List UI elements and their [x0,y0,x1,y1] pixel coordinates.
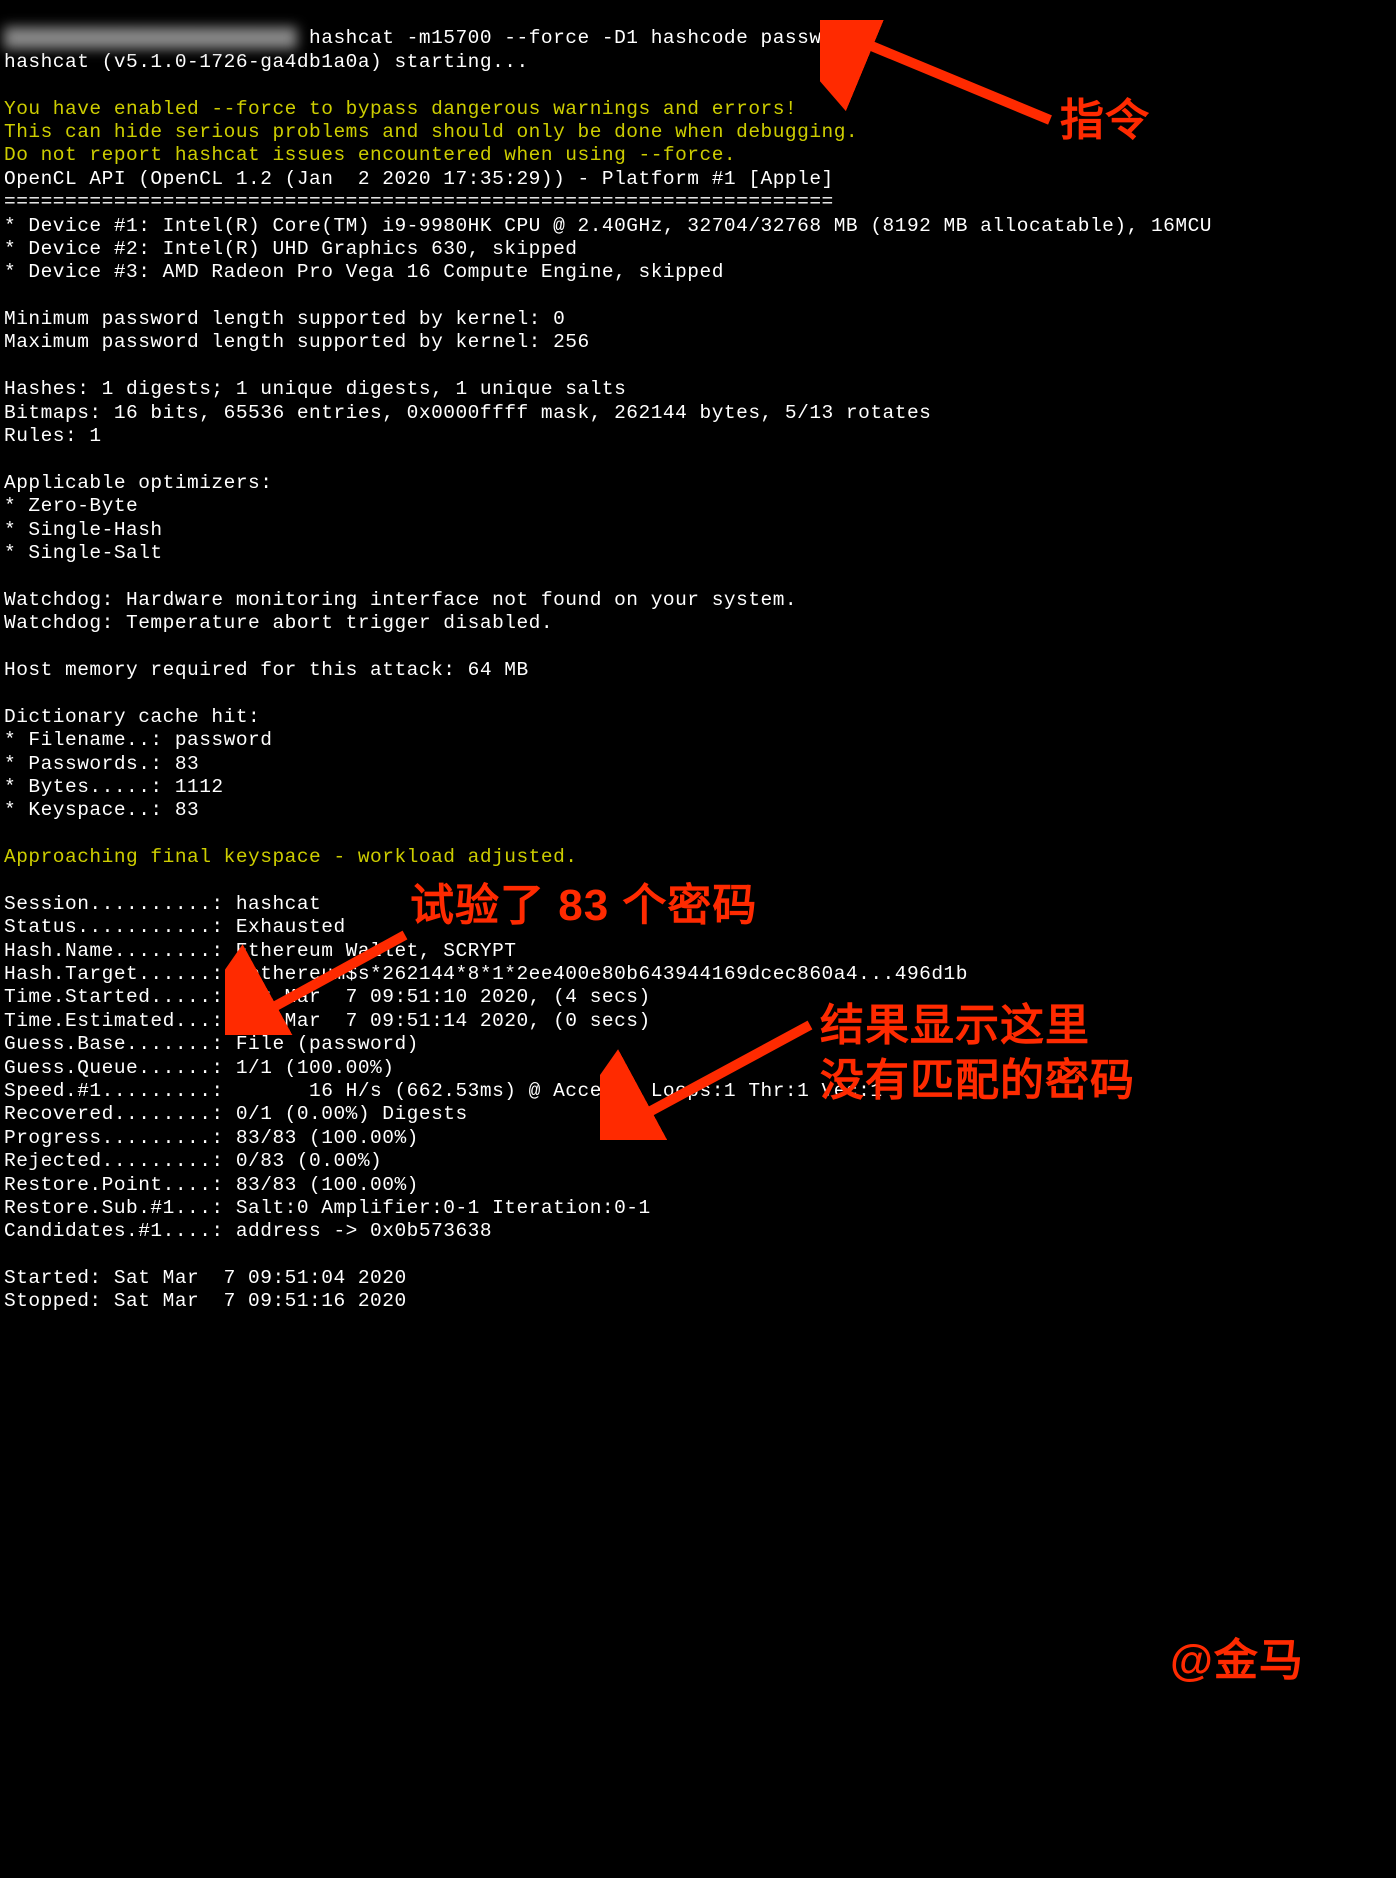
rules-line: Rules: 1 [4,425,102,447]
divider-line: ========================================… [4,191,834,213]
status-hashtarget: Hash.Target......: $ethereum$s*262144*8*… [4,963,968,985]
status-timeest: Time.Estimated...: Sat Mar 7 09:51:14 20… [4,1010,651,1032]
status-progress: Progress.........: 83/83 (100.00%) [4,1127,419,1149]
optimizer-3: * Single-Salt [4,542,163,564]
hashes-line: Hashes: 1 digests; 1 unique digests, 1 u… [4,378,626,400]
status-rejected: Rejected.........: 0/83 (0.00%) [4,1150,382,1172]
status-status: Status...........: Exhausted [4,916,346,938]
watchdog-1: Watchdog: Hardware monitoring interface … [4,589,797,611]
status-hashname: Hash.Name........: Ethereum Wallet, SCRY… [4,940,516,962]
annotation-signature: @金马 [1170,1635,1304,1688]
bitmaps-line: Bitmaps: 16 bits, 65536 entries, 0x0000f… [4,402,931,424]
optimizers-header: Applicable optimizers: [4,472,272,494]
dict-filename: * Filename..: password [4,729,272,751]
warn-line-1: You have enabled --force to bypass dange… [4,98,797,120]
device-1: * Device #1: Intel(R) Core(TM) i9-9980HK… [4,215,1212,237]
command-line: hashcat -m15700 --force -D1 hashcode pas… [297,27,858,49]
status-session: Session..........: hashcat [4,893,321,915]
prompt-redacted: ████████████████████████ [4,27,297,49]
warn-line-3: Do not report hashcat issues encountered… [4,144,736,166]
status-restorepoint: Restore.Point....: 83/83 (100.00%) [4,1174,419,1196]
device-3: * Device #3: AMD Radeon Pro Vega 16 Comp… [4,261,724,283]
status-guessbase: Guess.Base.......: File (password) [4,1033,419,1055]
host-memory: Host memory required for this attack: 64… [4,659,529,681]
status-speed: Speed.#1.........: 16 H/s (662.53ms) @ A… [4,1080,883,1102]
status-restoresub: Restore.Sub.#1...: Salt:0 Amplifier:0-1 … [4,1197,651,1219]
start-line: hashcat (v5.1.0-1726-ga4db1a0a) starting… [4,51,529,73]
optimizer-1: * Zero-Byte [4,495,138,517]
dict-bytes: * Bytes.....: 1112 [4,776,224,798]
status-recovered: Recovered........: 0/1 (0.00%) Digests [4,1103,468,1125]
status-candidates: Candidates.#1....: address -> 0x0b573638 [4,1220,492,1242]
device-2: * Device #2: Intel(R) UHD Graphics 630, … [4,238,578,260]
watchdog-2: Watchdog: Temperature abort trigger disa… [4,612,553,634]
max-password-len: Maximum password length supported by ker… [4,331,590,353]
started-line: Started: Sat Mar 7 09:51:04 2020 [4,1267,407,1289]
warn-line-2: This can hide serious problems and shoul… [4,121,858,143]
status-timestart: Time.Started.....: Sat Mar 7 09:51:10 20… [4,986,651,1008]
status-guessqueue: Guess.Queue......: 1/1 (100.00%) [4,1057,394,1079]
opencl-api-line: OpenCL API (OpenCL 1.2 (Jan 2 2020 17:35… [4,168,834,190]
dict-passwords: * Passwords.: 83 [4,753,199,775]
dict-keyspace: * Keyspace..: 83 [4,799,199,821]
min-password-len: Minimum password length supported by ker… [4,308,565,330]
stopped-line: Stopped: Sat Mar 7 09:51:16 2020 [4,1290,407,1312]
terminal-output: ████████████████████████ hashcat -m15700… [0,0,1396,1318]
dict-header: Dictionary cache hit: [4,706,260,728]
approaching-keyspace: Approaching final keyspace - workload ad… [4,846,578,868]
optimizer-2: * Single-Hash [4,519,163,541]
